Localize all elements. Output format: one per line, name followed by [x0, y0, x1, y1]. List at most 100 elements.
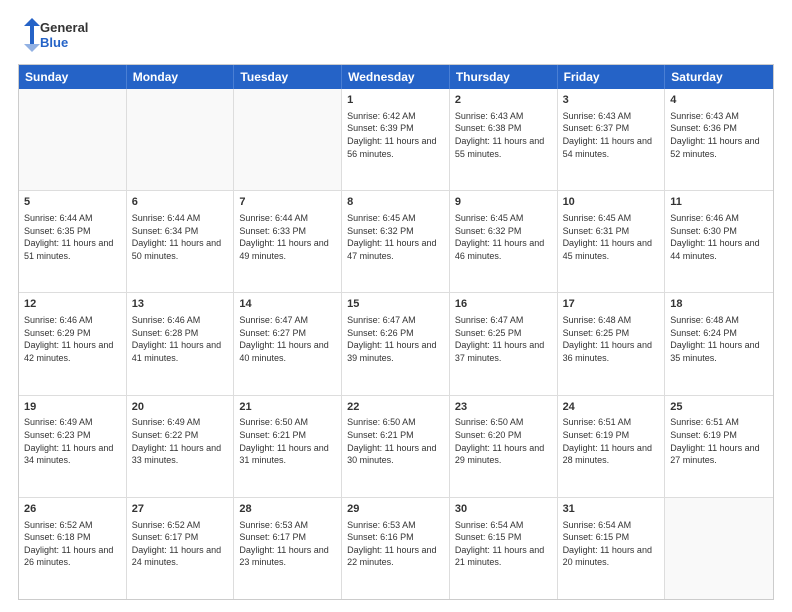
day-info: Sunrise: 6:44 AM Sunset: 6:34 PM Dayligh… [132, 212, 229, 262]
day-info: Sunrise: 6:47 AM Sunset: 6:26 PM Dayligh… [347, 314, 444, 364]
day-number: 10 [563, 195, 660, 210]
day-info: Sunrise: 6:53 AM Sunset: 6:16 PM Dayligh… [347, 519, 444, 569]
calendar-cell: 26 Sunrise: 6:52 AM Sunset: 6:18 PM Dayli… [19, 498, 127, 599]
logo: General Blue [18, 16, 88, 54]
day-info: Sunrise: 6:44 AM Sunset: 6:35 PM Dayligh… [24, 212, 121, 262]
calendar-cell: 6 Sunrise: 6:44 AM Sunset: 6:34 PM Daylig… [127, 191, 235, 292]
header: General Blue [18, 16, 774, 54]
calendar-cell: 7 Sunrise: 6:44 AM Sunset: 6:33 PM Daylig… [234, 191, 342, 292]
day-number: 28 [239, 502, 336, 517]
day-info: Sunrise: 6:50 AM Sunset: 6:21 PM Dayligh… [347, 416, 444, 466]
calendar-cell: 30Sunrise: 6:54 AM Sunset: 6:15 PM Dayli… [450, 498, 558, 599]
day-number: 12 [24, 297, 121, 312]
day-info: Sunrise: 6:48 AM Sunset: 6:25 PM Dayligh… [563, 314, 660, 364]
day-number: 25 [670, 400, 768, 415]
calendar-row: 5 Sunrise: 6:44 AM Sunset: 6:35 PM Daylig… [19, 190, 773, 292]
day-info: Sunrise: 6:52 AM Sunset: 6:18 PM Dayligh… [24, 519, 121, 569]
calendar-row: 1Sunrise: 6:42 AM Sunset: 6:39 PM Daylig… [19, 89, 773, 190]
calendar-body: 1Sunrise: 6:42 AM Sunset: 6:39 PM Daylig… [19, 89, 773, 599]
calendar-cell: 10 Sunrise: 6:45 AM Sunset: 6:31 PM Dayli… [558, 191, 666, 292]
day-info: Sunrise: 6:45 AM Sunset: 6:32 PM Dayligh… [347, 212, 444, 262]
day-number: 21 [239, 400, 336, 415]
calendar-cell: 2 Sunrise: 6:43 AM Sunset: 6:38 PM Daylig… [450, 89, 558, 190]
day-number: 31 [563, 502, 660, 517]
calendar-cell [19, 89, 127, 190]
day-number: 6 [132, 195, 229, 210]
calendar-cell: 16 Sunrise: 6:47 AM Sunset: 6:25 PM Dayli… [450, 293, 558, 394]
day-info: Sunrise: 6:46 AM Sunset: 6:28 PM Dayligh… [132, 314, 229, 364]
calendar-cell: 31Sunrise: 6:54 AM Sunset: 6:15 PM Dayli… [558, 498, 666, 599]
day-number: 3 [563, 93, 660, 108]
day-info: Sunrise: 6:46 AM Sunset: 6:29 PM Dayligh… [24, 314, 121, 364]
calendar-cell: 18 Sunrise: 6:48 AM Sunset: 6:24 PM Dayli… [665, 293, 773, 394]
calendar-cell: 14Sunrise: 6:47 AM Sunset: 6:27 PM Dayli… [234, 293, 342, 394]
day-number: 27 [132, 502, 229, 517]
calendar-cell [127, 89, 235, 190]
calendar-cell: 28 Sunrise: 6:53 AM Sunset: 6:17 PM Dayli… [234, 498, 342, 599]
svg-text:General: General [40, 20, 88, 35]
day-number: 16 [455, 297, 552, 312]
calendar-cell: 9Sunrise: 6:45 AM Sunset: 6:32 PM Daylig… [450, 191, 558, 292]
day-number: 30 [455, 502, 552, 517]
day-info: Sunrise: 6:49 AM Sunset: 6:23 PM Dayligh… [24, 416, 121, 466]
weekday-header: Tuesday [234, 65, 342, 89]
day-info: Sunrise: 6:47 AM Sunset: 6:27 PM Dayligh… [239, 314, 336, 364]
day-info: Sunrise: 6:50 AM Sunset: 6:21 PM Dayligh… [239, 416, 336, 466]
weekday-header: Friday [558, 65, 666, 89]
day-info: Sunrise: 6:43 AM Sunset: 6:37 PM Dayligh… [563, 110, 660, 160]
day-info: Sunrise: 6:50 AM Sunset: 6:20 PM Dayligh… [455, 416, 552, 466]
day-info: Sunrise: 6:45 AM Sunset: 6:31 PM Dayligh… [563, 212, 660, 262]
day-number: 23 [455, 400, 552, 415]
calendar-cell: 4Sunrise: 6:43 AM Sunset: 6:36 PM Daylig… [665, 89, 773, 190]
calendar: SundayMondayTuesdayWednesdayThursdayFrid… [18, 64, 774, 600]
day-number: 24 [563, 400, 660, 415]
day-info: Sunrise: 6:43 AM Sunset: 6:38 PM Dayligh… [455, 110, 552, 160]
calendar-cell: 13Sunrise: 6:46 AM Sunset: 6:28 PM Dayli… [127, 293, 235, 394]
calendar-cell [234, 89, 342, 190]
calendar-cell: 25Sunrise: 6:51 AM Sunset: 6:19 PM Dayli… [665, 396, 773, 497]
calendar-cell: 3 Sunrise: 6:43 AM Sunset: 6:37 PM Daylig… [558, 89, 666, 190]
page: General Blue SundayMondayTuesdayWednesda… [0, 0, 792, 612]
calendar-cell: 17 Sunrise: 6:48 AM Sunset: 6:25 PM Dayli… [558, 293, 666, 394]
logo-svg: General Blue [18, 16, 88, 54]
calendar-cell: 29 Sunrise: 6:53 AM Sunset: 6:16 PM Dayli… [342, 498, 450, 599]
day-number: 18 [670, 297, 768, 312]
day-number: 19 [24, 400, 121, 415]
day-info: Sunrise: 6:53 AM Sunset: 6:17 PM Dayligh… [239, 519, 336, 569]
day-number: 5 [24, 195, 121, 210]
calendar-row: 26 Sunrise: 6:52 AM Sunset: 6:18 PM Dayli… [19, 497, 773, 599]
day-number: 22 [347, 400, 444, 415]
calendar-cell: 19Sunrise: 6:49 AM Sunset: 6:23 PM Dayli… [19, 396, 127, 497]
calendar-row: 12 Sunrise: 6:46 AM Sunset: 6:29 PM Dayli… [19, 292, 773, 394]
day-info: Sunrise: 6:46 AM Sunset: 6:30 PM Dayligh… [670, 212, 768, 262]
day-info: Sunrise: 6:51 AM Sunset: 6:19 PM Dayligh… [670, 416, 768, 466]
day-number: 7 [239, 195, 336, 210]
svg-text:Blue: Blue [40, 35, 68, 50]
day-info: Sunrise: 6:43 AM Sunset: 6:36 PM Dayligh… [670, 110, 768, 160]
day-info: Sunrise: 6:52 AM Sunset: 6:17 PM Dayligh… [132, 519, 229, 569]
day-number: 26 [24, 502, 121, 517]
day-info: Sunrise: 6:47 AM Sunset: 6:25 PM Dayligh… [455, 314, 552, 364]
calendar-cell: 15 Sunrise: 6:47 AM Sunset: 6:26 PM Dayli… [342, 293, 450, 394]
day-number: 15 [347, 297, 444, 312]
calendar-cell: 21Sunrise: 6:50 AM Sunset: 6:21 PM Dayli… [234, 396, 342, 497]
calendar-row: 19Sunrise: 6:49 AM Sunset: 6:23 PM Dayli… [19, 395, 773, 497]
calendar-cell: 23Sunrise: 6:50 AM Sunset: 6:20 PM Dayli… [450, 396, 558, 497]
day-number: 2 [455, 93, 552, 108]
day-number: 20 [132, 400, 229, 415]
day-number: 29 [347, 502, 444, 517]
day-info: Sunrise: 6:44 AM Sunset: 6:33 PM Dayligh… [239, 212, 336, 262]
calendar-cell: 20Sunrise: 6:49 AM Sunset: 6:22 PM Dayli… [127, 396, 235, 497]
day-info: Sunrise: 6:51 AM Sunset: 6:19 PM Dayligh… [563, 416, 660, 466]
day-number: 17 [563, 297, 660, 312]
calendar-cell: 24Sunrise: 6:51 AM Sunset: 6:19 PM Dayli… [558, 396, 666, 497]
weekday-header: Monday [127, 65, 235, 89]
day-info: Sunrise: 6:48 AM Sunset: 6:24 PM Dayligh… [670, 314, 768, 364]
calendar-cell: 8Sunrise: 6:45 AM Sunset: 6:32 PM Daylig… [342, 191, 450, 292]
calendar-cell: 5 Sunrise: 6:44 AM Sunset: 6:35 PM Daylig… [19, 191, 127, 292]
weekday-header: Thursday [450, 65, 558, 89]
calendar-header: SundayMondayTuesdayWednesdayThursdayFrid… [19, 65, 773, 89]
day-info: Sunrise: 6:49 AM Sunset: 6:22 PM Dayligh… [132, 416, 229, 466]
calendar-cell: 12 Sunrise: 6:46 AM Sunset: 6:29 PM Dayli… [19, 293, 127, 394]
calendar-cell: 1Sunrise: 6:42 AM Sunset: 6:39 PM Daylig… [342, 89, 450, 190]
